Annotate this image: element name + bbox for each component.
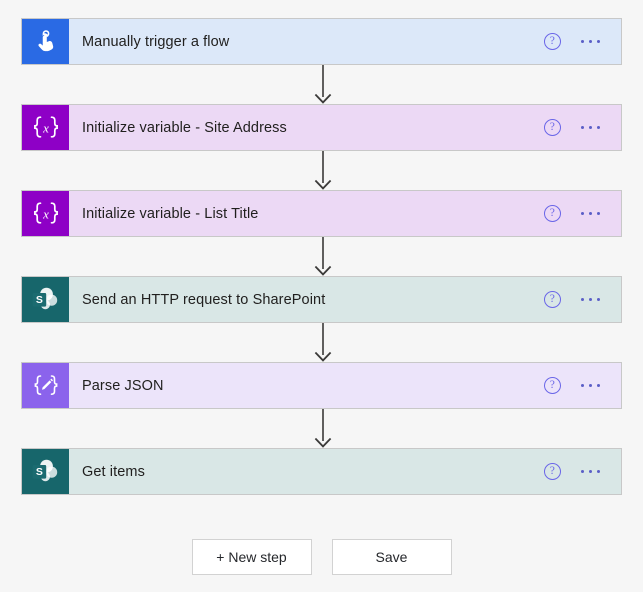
flow-step-title: Manually trigger a flow [82,33,230,50]
flow-connector-arrow [313,323,333,362]
svg-text:S: S [35,466,42,478]
flow-step-card[interactable]: Parse JSON? [21,362,622,409]
sharepoint-icon: S [22,449,69,494]
flow-step-card[interactable]: Manually trigger a flow? [21,18,622,65]
ellipsis-menu-icon[interactable] [580,33,600,50]
help-icon[interactable]: ? [543,119,561,136]
flow-step-actions: ? [543,105,621,150]
flow-step-title: Send an HTTP request to SharePoint [82,291,326,308]
svg-text:x: x [42,120,49,135]
flow-step-title: Initialize variable - Site Address [82,119,287,136]
help-icon[interactable]: ? [543,377,561,394]
new-step-button[interactable]: + New step [191,539,312,575]
help-icon[interactable]: ? [543,205,561,222]
flow-step-actions: ? [543,363,621,408]
flow-step-card[interactable]: x Initialize variable - List Title? [21,190,622,237]
touch-pointer-icon [22,19,69,64]
variable-braces-icon: x [22,191,69,236]
svg-text:x: x [42,206,49,221]
help-icon[interactable]: ? [543,291,561,308]
flow-connector-arrow [313,151,333,190]
flow-connector-arrow [313,237,333,276]
flow-connector-arrow [313,409,333,448]
save-button[interactable]: Save [331,539,452,575]
ellipsis-menu-icon[interactable] [580,463,600,480]
flow-step-actions: ? [543,277,621,322]
parse-json-icon [22,363,69,408]
ellipsis-menu-icon[interactable] [580,291,600,308]
flow-step-actions: ? [543,19,621,64]
flow-step-title: Get items [82,463,145,480]
flow-action-bar: + New step Save [0,539,643,575]
flow-connector-arrow [313,65,333,104]
ellipsis-menu-icon[interactable] [580,205,600,222]
flow-step-card[interactable]: x Initialize variable - Site Address? [21,104,622,151]
flow-step-actions: ? [543,191,621,236]
flow-step-title: Parse JSON [82,377,164,394]
ellipsis-menu-icon[interactable] [580,377,600,394]
flow-step-title: Initialize variable - List Title [82,205,259,222]
flow-step-card[interactable]: S Send an HTTP request to SharePoint? [21,276,622,323]
flow-step-card[interactable]: S Get items? [21,448,622,495]
ellipsis-menu-icon[interactable] [580,119,600,136]
flow-designer-canvas: Manually trigger a flow? x Initialize vari… [0,0,643,592]
svg-text:S: S [35,294,42,306]
variable-braces-icon: x [22,105,69,150]
help-icon[interactable]: ? [543,463,561,480]
help-icon[interactable]: ? [543,33,561,50]
sharepoint-icon: S [22,277,69,322]
flow-step-actions: ? [543,449,621,494]
